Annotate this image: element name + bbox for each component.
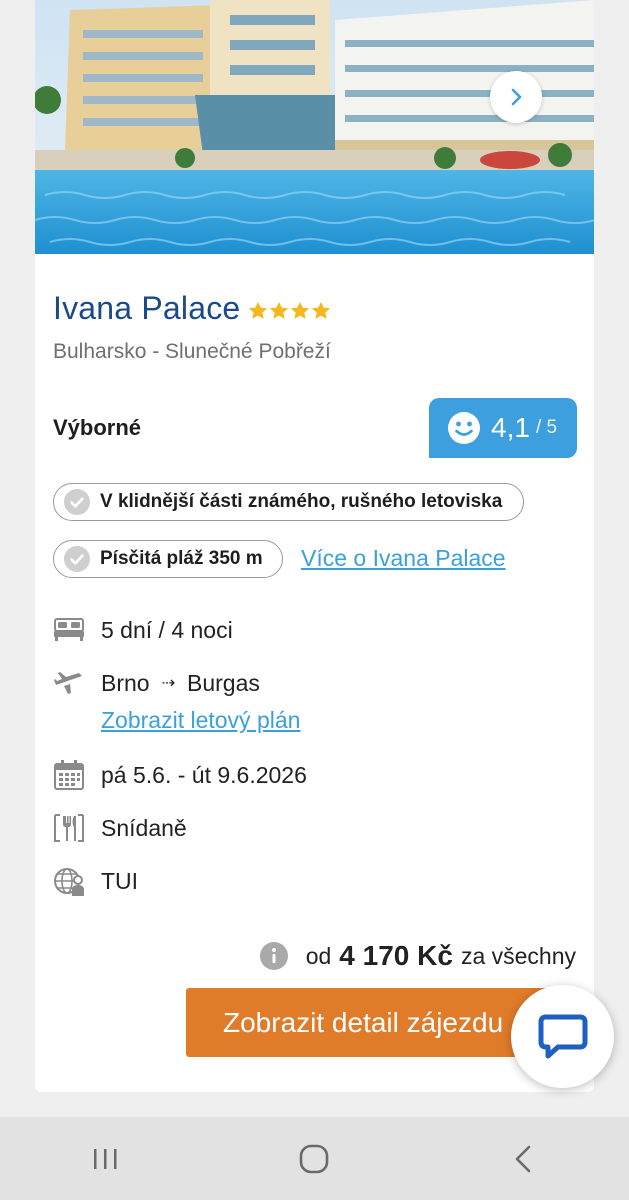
- price-value: 4 170 Kč: [339, 940, 453, 971]
- recent-apps-button[interactable]: [75, 1129, 135, 1189]
- back-icon: [515, 1145, 531, 1172]
- hotel-card: Ivana Palace Bulharsko - Slunečné Pobřež…: [35, 0, 594, 1092]
- route-arrow: ⇢: [161, 675, 175, 692]
- more-about-hotel-link[interactable]: Více o Ivana Palace: [301, 545, 506, 572]
- hotel-name[interactable]: Ivana Palace: [53, 290, 240, 327]
- star-icon: [249, 301, 268, 319]
- home-icon: [300, 1144, 329, 1173]
- show-trip-detail-button[interactable]: Zobrazit detail zájezdu: [186, 988, 566, 1057]
- hotel-photo[interactable]: [35, 0, 594, 254]
- price-prefix: od: [305, 942, 332, 969]
- chat-button[interactable]: [511, 985, 614, 1088]
- flight-to: Burgas: [187, 669, 260, 696]
- star-icon: [270, 301, 289, 319]
- board-row: Snídaně: [53, 812, 187, 844]
- price-suffix: za všechny: [460, 942, 576, 969]
- hotel-location: Bulharsko - Slunečné Pobřeží: [53, 340, 331, 363]
- check-circle-icon: [64, 546, 90, 572]
- hotel-title-row: Ivana Palace: [53, 290, 331, 327]
- globe-person-icon: [53, 865, 85, 897]
- highlight-text: Písčitá pláž 350 m: [100, 548, 263, 569]
- plane-icon: [53, 667, 85, 699]
- star-icon: [291, 301, 310, 319]
- duration-text: 5 dní / 4 noci: [101, 616, 233, 643]
- system-navigation-bar: [0, 1117, 629, 1200]
- info-icon[interactable]: [259, 942, 288, 970]
- operator-row: TUI: [53, 865, 138, 897]
- dates-text: pá 5.6. - út 9.6.2026: [101, 761, 307, 788]
- recent-apps-icon: [93, 1148, 117, 1169]
- home-button[interactable]: [284, 1129, 344, 1189]
- flight-row: Brno ⇢ Burgas: [53, 667, 260, 699]
- rating-verdict: Výborné: [53, 415, 142, 440]
- chat-bubble-icon: [538, 1014, 587, 1058]
- back-button[interactable]: [494, 1129, 554, 1189]
- star-icon: [312, 301, 331, 319]
- chevron-right-icon: [511, 88, 522, 106]
- highlight-text: V klidnější části známého, rušného letov…: [100, 491, 503, 512]
- highlight-chip: Písčitá pláž 350 m: [53, 540, 283, 578]
- board-text: Snídaně: [101, 814, 187, 841]
- rating-value: 4,1: [491, 412, 530, 443]
- smiley-icon: [448, 412, 480, 444]
- operator-text: TUI: [101, 867, 139, 894]
- rating-badge[interactable]: 4,1 / 5: [429, 398, 577, 458]
- next-photo-button[interactable]: [490, 71, 542, 123]
- check-circle-icon: [64, 489, 90, 515]
- flight-from: Brno: [101, 669, 150, 696]
- cutlery-icon: [53, 812, 85, 844]
- duration-row: 5 dní / 4 noci: [53, 614, 233, 646]
- rating-max: / 5: [535, 417, 558, 438]
- star-rating: [248, 301, 331, 320]
- flight-plan-link[interactable]: Zobrazit letový plán: [101, 707, 300, 734]
- highlight-chip: V klidnější části známého, rušného letov…: [53, 483, 524, 521]
- bed-icon: [53, 614, 85, 646]
- dates-row: pá 5.6. - út 9.6.2026: [53, 759, 307, 791]
- price-row: od 4 170 Kč za všechny: [259, 940, 576, 972]
- calendar-icon: [53, 759, 85, 791]
